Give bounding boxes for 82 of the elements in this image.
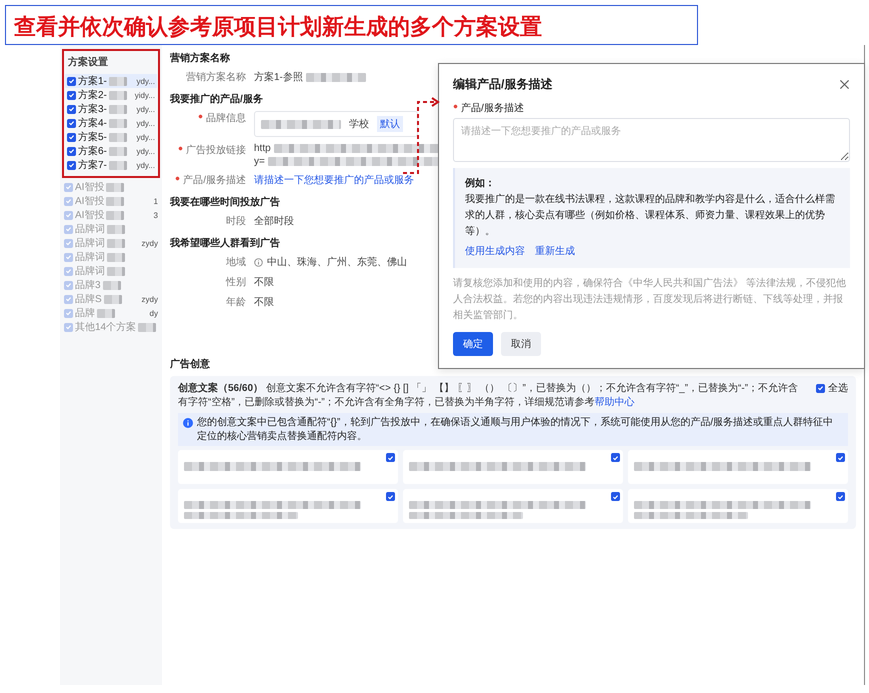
pixelated-block <box>97 308 115 318</box>
field-label: 时段 <box>226 214 246 228</box>
creative-rule-text: 创意文案（56/60） 创意文案不允许含有字符“<> {} [] 「」 【】 〖〗 （） 〔〕”，已替换为（）；不允许含有字符“_”，已替换为“-”；不允许含有字符“空格”，已删除或替换为“-”；不允许含有全角字符，已替换为半角字符，详细规范请参考帮助中心 <box>178 382 800 409</box>
action-link[interactable]: 重新生成 <box>535 244 575 260</box>
pixelated-block <box>107 252 125 262</box>
pixelated-block <box>108 90 127 100</box>
example-text: 我要推广的是一款在线书法课程，这款课程的品牌和教学内容是什么，适合什么样需求的人群，核心卖点有哪些（例如价格、课程体系、师资力量、课程效果上的优势等）。 <box>465 192 836 239</box>
section-heading: 营销方案名称 <box>170 51 230 65</box>
pixelated-block <box>108 146 127 156</box>
pixelated-block <box>106 196 124 206</box>
example-heading: 例如： <box>465 176 496 191</box>
dialog-title: 编辑产品/服务描述 <box>453 76 552 93</box>
field-label: 广告投放链接 <box>178 143 246 157</box>
pixelated-block <box>107 238 125 248</box>
sidebar-item[interactable]: 方案1- ydy... <box>65 74 157 88</box>
field-label: 地域 <box>226 256 246 269</box>
checkbox[interactable] <box>67 160 76 170</box>
select-all-label: 全选 <box>828 382 848 395</box>
select-all-checkbox[interactable] <box>816 384 825 392</box>
checkbox[interactable] <box>611 492 620 501</box>
field-value: 不限 <box>254 276 274 289</box>
sidebar-item[interactable]: 方案7- ydy... <box>65 158 157 172</box>
checkbox[interactable] <box>67 104 76 114</box>
checkbox[interactable] <box>836 453 845 462</box>
pixelated-block <box>138 322 156 332</box>
info-icon <box>183 418 193 428</box>
checkbox[interactable] <box>836 492 845 501</box>
pixelated-block <box>107 224 125 234</box>
field-value: 中山、珠海、广州、东莞、佛山 <box>267 256 407 269</box>
pixelated-block <box>108 132 127 142</box>
checkbox[interactable] <box>386 492 395 501</box>
pixelated-block <box>106 182 124 192</box>
sidebar-heading: 方案设置 <box>68 55 109 69</box>
pixelated-block <box>104 294 122 304</box>
section-heading: 广告创意 <box>170 357 210 371</box>
field-label: 营销方案名称 <box>186 70 246 84</box>
field-label: 性别 <box>226 276 246 289</box>
checkbox[interactable] <box>611 453 620 462</box>
field-label: 产品/服务描述 <box>175 173 246 187</box>
sidebar-item[interactable]: 方案2- yidy... <box>65 88 157 102</box>
checkbox[interactable] <box>67 90 76 100</box>
field-value: 全部时段 <box>254 214 294 228</box>
description-field[interactable]: 请描述一下您想要推广的产品或服务 <box>453 118 850 162</box>
page-title: 查看并依次确认参考原项目计划新生成的多个方案设置 <box>5 5 698 45</box>
link-text: y= <box>254 156 265 167</box>
description-link[interactable]: 请描述一下您想要推广的产品或服务 <box>254 173 414 187</box>
pixelated-block <box>108 118 127 128</box>
checkbox[interactable] <box>386 453 395 462</box>
sidebar-item[interactable]: 方案3- ydy... <box>65 102 157 116</box>
sidebar-item[interactable]: 方案5- ydy... <box>65 130 157 144</box>
pixelated-block <box>102 280 121 290</box>
section-heading: 我要在哪些时间投放广告 <box>170 195 280 209</box>
field-value: 学校 <box>349 118 369 131</box>
confirm-button[interactable]: 确定 <box>453 332 493 356</box>
field-label: 产品/服务描述 <box>453 101 524 115</box>
checkbox[interactable] <box>67 132 76 142</box>
info-icon <box>254 258 263 266</box>
pixelated-block <box>108 104 127 114</box>
help-link[interactable]: 帮助中心 <box>594 396 635 408</box>
default-tag: 默认 <box>377 116 403 132</box>
field-value: 方案1-参照 <box>254 70 366 84</box>
notice-text: 您的创意文案中已包含通配符“{}”，轮到广告投放中，在确保语义通顺与用户体验的情况下，系统可能使用从您的产品/服务描述或重点人群特征中定位的核心营销卖点替换通配符内容。 <box>197 416 834 443</box>
checkbox[interactable] <box>67 76 76 86</box>
checkbox[interactable] <box>67 146 76 156</box>
link-text: http <box>254 143 271 154</box>
field-value: 不限 <box>254 296 274 309</box>
close-icon[interactable] <box>839 79 850 90</box>
cancel-button[interactable]: 取消 <box>501 332 541 356</box>
checkbox[interactable] <box>67 118 76 128</box>
sidebar-item[interactable]: 方案6- ydy... <box>65 144 157 158</box>
sidebar-item[interactable]: 方案4- ydy... <box>65 116 157 130</box>
field-label: 品牌信息 <box>198 111 246 125</box>
pixelated-block <box>107 266 125 276</box>
action-link[interactable]: 使用生成内容 <box>465 244 525 260</box>
section-heading: 我希望哪些人群看到广告 <box>170 236 280 250</box>
section-heading: 我要推广的产品/服务 <box>170 92 263 106</box>
brand-field[interactable]: 学校 默认 <box>254 111 418 137</box>
pixelated-block <box>106 210 124 220</box>
pixelated-block <box>108 76 127 86</box>
pixelated-block <box>108 160 127 170</box>
field-label: 年龄 <box>226 296 246 309</box>
disclaimer-text: 请复核您添加和使用的内容，确保符合《中华人民共和国广告法》 等法律法规，不侵犯他人合法权益。若您的内容出现违法违规情形，百度发现后将进行断链、下线等处理，并报相关监管部门。 <box>453 276 847 323</box>
